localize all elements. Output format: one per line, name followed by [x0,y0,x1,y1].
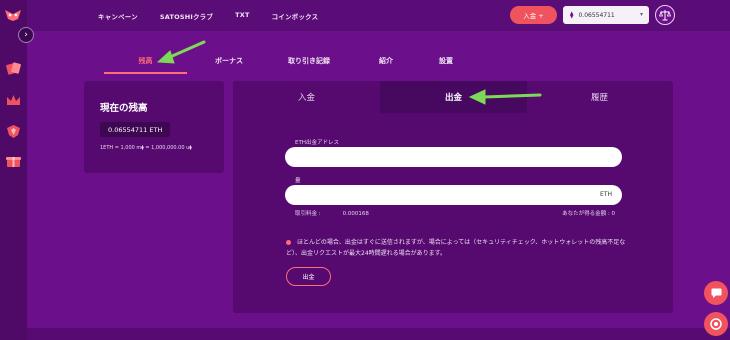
panel-title: 現在の残高 [100,103,148,114]
receive-label: あなたが得る金額 : [562,211,610,217]
deposit-button[interactable]: 入金 + [510,6,557,24]
nav-satoshi-club[interactable]: SATOSHIクラブ [160,11,213,21]
balance-panel: 現在の残高 0.06554711 ETH 1ETH = 1,000 m⧫ = 1… [84,81,224,173]
exchange-rate: 1ETH = 1,000 m⧫ = 1,000,000.00 u⧫ [100,145,192,151]
withdraw-notice: ほとんどの場合、出金はすぐに送信されますが、場合によっては（セキュリティチェック… [286,237,626,259]
nav-coinbox[interactable]: コインボックス [272,11,319,21]
balance-amount: 0.06554711 ETH [100,122,171,137]
wallet-panel: 入金 出金 履歴 ETH出金アドレス 量 ETH 取引料金 :0.000168 … [233,81,673,313]
fee-row: 取引料金 : 0.000168 [295,209,369,217]
balance-dropdown[interactable]: ⧫ 0.06554711 ▾ [563,6,649,24]
withdraw-button[interactable]: 出金 [286,267,331,286]
address-label: ETH出金アドレス [295,140,339,146]
tab-referral[interactable]: 紹介 [366,56,406,66]
chat-icon[interactable] [704,281,728,305]
tab-withdraw[interactable]: 出金 [380,81,527,113]
crown-icon[interactable] [5,93,22,108]
support-icon[interactable] [704,312,728,336]
top-nav: キャンペーン SATOSHIクラブ TXT コインボックス [98,11,340,21]
tab-bonus[interactable]: ボーナス [199,56,259,66]
notice-text: ほとんどの場合、出金はすぐに送信されますが、場合によっては（セキュリティチェック… [286,239,626,257]
tab-settings[interactable]: 設置 [426,56,466,66]
nav-campaign[interactable]: キャンペーン [98,11,138,21]
account-tabs: 残高 ボーナス 取り引き記録 紹介 設置 [104,56,664,74]
amount-unit: ETH [600,191,612,198]
header-balance: 0.06554711 [578,11,615,19]
shield-icon[interactable] [5,124,22,139]
fee-value: 0.000168 [342,211,369,217]
amount-input[interactable]: ETH [285,185,622,205]
address-input[interactable] [285,147,622,167]
chevron-down-icon: ▾ [639,11,643,18]
tab-history[interactable]: 履歴 [526,81,673,113]
sidebar [0,0,27,340]
amount-label: 量 [295,178,301,184]
balance-scale-icon[interactable] [655,5,675,25]
wallet-tabs: 入金 出金 履歴 [233,81,673,113]
bullet-icon [286,240,291,245]
active-tab-underline [104,72,187,74]
tab-transactions[interactable]: 取り引き記録 [274,56,344,66]
logo-icon[interactable] [4,8,22,22]
fee-label: 取引料金 : [295,211,321,217]
cards-icon[interactable] [5,61,22,76]
receive-value: 0 [611,211,616,217]
ethereum-icon: ⧫ [570,11,574,19]
footer-strip [27,328,730,340]
nav-txt[interactable]: TXT [235,11,249,21]
gift-box-icon[interactable] [5,154,22,169]
tab-balance[interactable]: 残高 [104,56,187,66]
tab-deposit[interactable]: 入金 [233,81,380,113]
chevron-right-icon[interactable]: › [18,27,34,43]
receive-row: あなたが得る金額 : 0 [562,209,615,217]
